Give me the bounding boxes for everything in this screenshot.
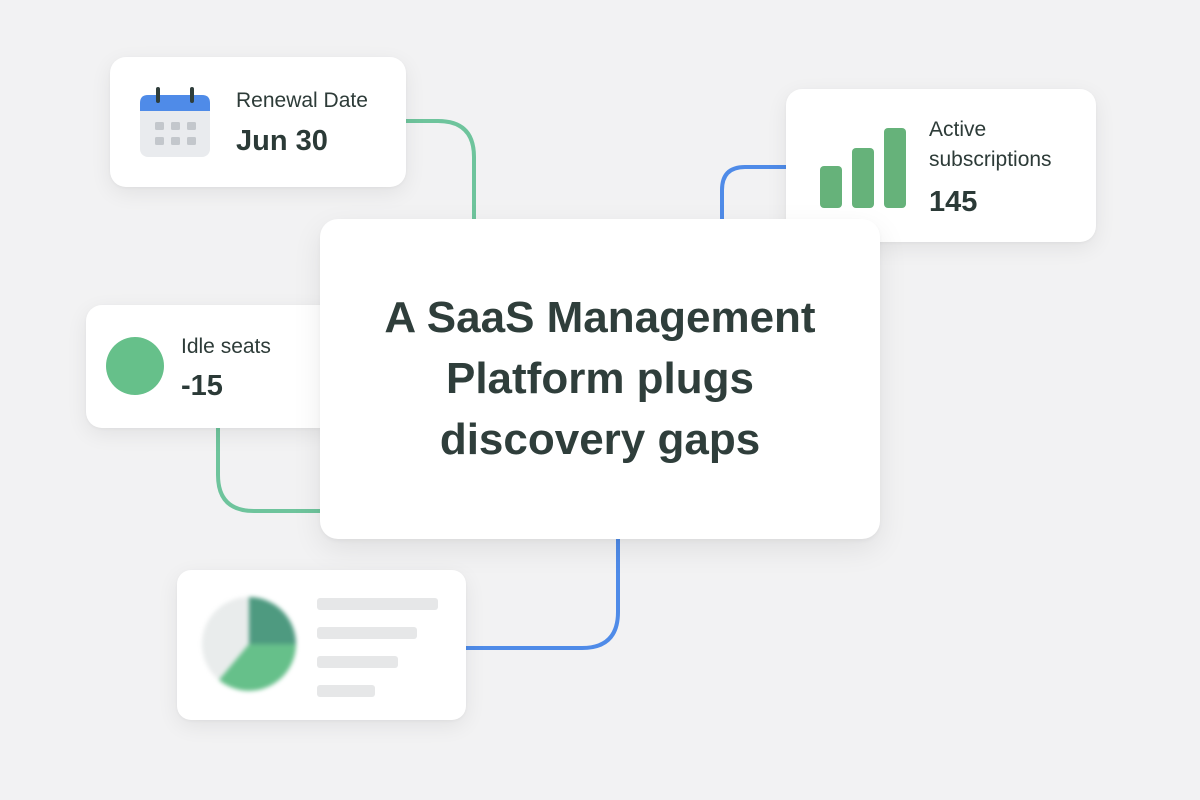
renewal-date-card: Renewal Date Jun 30 [110,57,406,187]
renewal-date-label: Renewal Date [236,89,368,112]
pie-chart-card [177,570,466,720]
connector-pie [464,537,620,650]
placeholder-line [317,598,438,610]
connector-idle [216,426,322,513]
placeholder-line [317,627,417,639]
active-subscriptions-label: Active subscriptions [929,118,1052,171]
status-dot-icon [106,337,164,395]
pie-chart-icon [202,597,296,691]
headline-card: A SaaS Management Platform plugs discove… [320,219,880,539]
idle-seats-label: Idle seats [181,335,271,358]
renewal-date-value: Jun 30 [236,125,328,157]
idle-seats-card: Idle seats -15 [86,305,336,428]
active-subscriptions-value: 145 [929,186,978,218]
idle-seats-value: -15 [181,370,223,402]
headline-title: A SaaS Management Platform plugs discove… [384,293,816,464]
connector-active [720,165,788,221]
calendar-icon [140,87,210,157]
connector-renewal [404,119,476,221]
placeholder-line [317,685,375,697]
placeholder-line [317,656,398,668]
bar-chart-icon [820,128,906,208]
